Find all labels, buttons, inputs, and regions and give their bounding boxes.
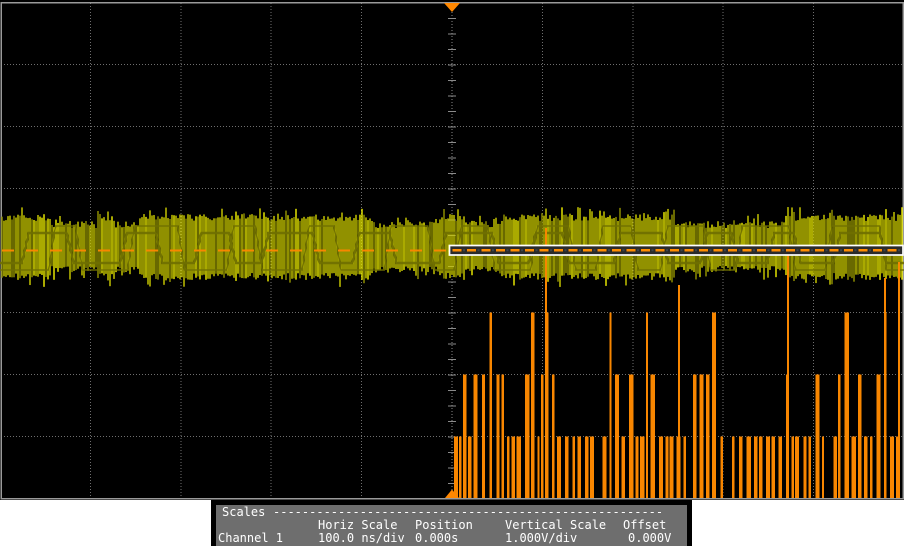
oscilloscope-screen: Scales ---------------------------------… — [0, 0, 904, 546]
channel-vertical-scale: 1.000V/div — [505, 531, 578, 545]
scales-window: Scales ---------------------------------… — [211, 500, 692, 546]
channel-name: Channel 1 — [218, 531, 284, 545]
scales-panel: Scales ---------------------------------… — [216, 505, 687, 546]
scales-channel-row: Channel 1 100.0 ns/div 0.000s 1.000V/div… — [216, 532, 687, 545]
channel-horiz-scale: 100.0 ns/div — [318, 531, 405, 545]
bus-band — [448, 244, 904, 256]
ch2-pulses — [454, 228, 900, 498]
scope-canvas — [0, 1, 904, 500]
channel-position: 0.000s — [415, 531, 459, 545]
scope-display — [0, 0, 904, 500]
bottom-panel: Scales ---------------------------------… — [0, 500, 904, 546]
scales-title: Scales — [222, 505, 266, 519]
channel-offset: 0.000V — [628, 531, 672, 545]
trigger-marker-top[interactable] — [444, 3, 460, 12]
